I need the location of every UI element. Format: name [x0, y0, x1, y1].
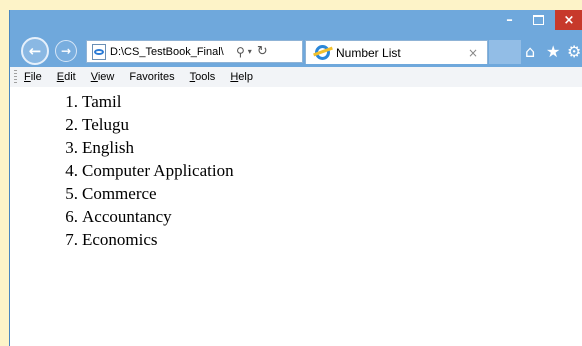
page-content: 1. Tamil 2. Telugu 3. English 4. Computer Ap…: [10, 87, 582, 346]
menu-label: ools: [195, 71, 216, 83]
menu-label: dit: [64, 71, 76, 83]
menu-favorites[interactable]: Favorites: [129, 71, 174, 83]
search-icon[interactable]: ⚲: [236, 45, 245, 59]
menu-label: Favorites: [129, 71, 175, 83]
menu-accel: E: [56, 71, 65, 83]
home-icon[interactable]: ⌂: [525, 40, 535, 62]
star-icon[interactable]: ★: [546, 40, 560, 62]
list-number: 2.: [65, 115, 78, 134]
list-item-text: Accountancy: [82, 207, 172, 226]
list-item: 5. Commerce: [54, 182, 234, 205]
close-button[interactable]: ×: [555, 10, 582, 30]
menu-grip: [14, 70, 17, 84]
list-number: 1.: [65, 92, 78, 111]
list-item-text: Computer Application: [82, 161, 234, 180]
menu-label: iew: [97, 71, 115, 83]
minimize-button[interactable]: –: [496, 10, 523, 30]
ie-icon: [315, 45, 330, 60]
number-list: 1. Tamil 2. Telugu 3. English 4. Computer Ap…: [54, 90, 234, 251]
list-item: 7. Economics: [54, 228, 234, 251]
list-item-text: Commerce: [82, 184, 157, 203]
list-item-text: Economics: [82, 230, 158, 249]
page-icon: [92, 43, 106, 60]
tab-title: Number List: [336, 45, 401, 60]
gear-icon[interactable]: ⚙: [567, 40, 581, 62]
list-item: 4. Computer Application: [54, 159, 234, 182]
tab-close-icon[interactable]: ×: [468, 46, 478, 60]
list-number: 7.: [65, 230, 78, 249]
menu-label: elp: [238, 71, 253, 83]
list-number: 4.: [65, 161, 78, 180]
address-bar[interactable]: D:\CS_TestBook_Final\ ⚲ ▾ ↻: [86, 40, 303, 63]
menu-label: ile: [30, 71, 42, 83]
chevron-down-icon[interactable]: ▾: [248, 47, 252, 56]
list-item-text: Telugu: [82, 115, 129, 134]
list-item-text: English: [82, 138, 134, 157]
back-button[interactable]: ←: [21, 37, 49, 65]
refresh-icon[interactable]: ↻: [257, 44, 268, 59]
list-item: 6. Accountancy: [54, 205, 234, 228]
menu-tools[interactable]: Tools: [190, 71, 216, 83]
menu-edit[interactable]: Edit: [57, 71, 76, 83]
menu-bar: File Edit View Favorites Tools Help: [10, 67, 582, 87]
list-number: 5.: [65, 184, 78, 203]
address-input[interactable]: D:\CS_TestBook_Final\: [110, 46, 232, 58]
list-item-text: Tamil: [82, 92, 122, 111]
list-number: 6.: [65, 207, 78, 226]
list-item: 2. Telugu: [54, 113, 234, 136]
menu-accel: F: [24, 71, 31, 83]
menu-file[interactable]: File: [24, 71, 42, 83]
list-item: 3. English: [54, 136, 234, 159]
maximize-button[interactable]: [525, 10, 552, 30]
menu-help[interactable]: Help: [230, 71, 253, 83]
maximize-icon: [533, 15, 544, 25]
menu-accel: V: [90, 71, 98, 83]
tab-number-list[interactable]: Number List ×: [305, 40, 488, 64]
browser-window: – × ← → D:\CS_TestBook_Final\ ⚲ ▾ ↻ Numb…: [9, 10, 582, 346]
list-item: 1. Tamil: [54, 90, 234, 113]
menu-view[interactable]: View: [91, 71, 115, 83]
new-tab-button[interactable]: [489, 40, 521, 64]
forward-button[interactable]: →: [55, 40, 77, 62]
list-number: 3.: [65, 138, 78, 157]
